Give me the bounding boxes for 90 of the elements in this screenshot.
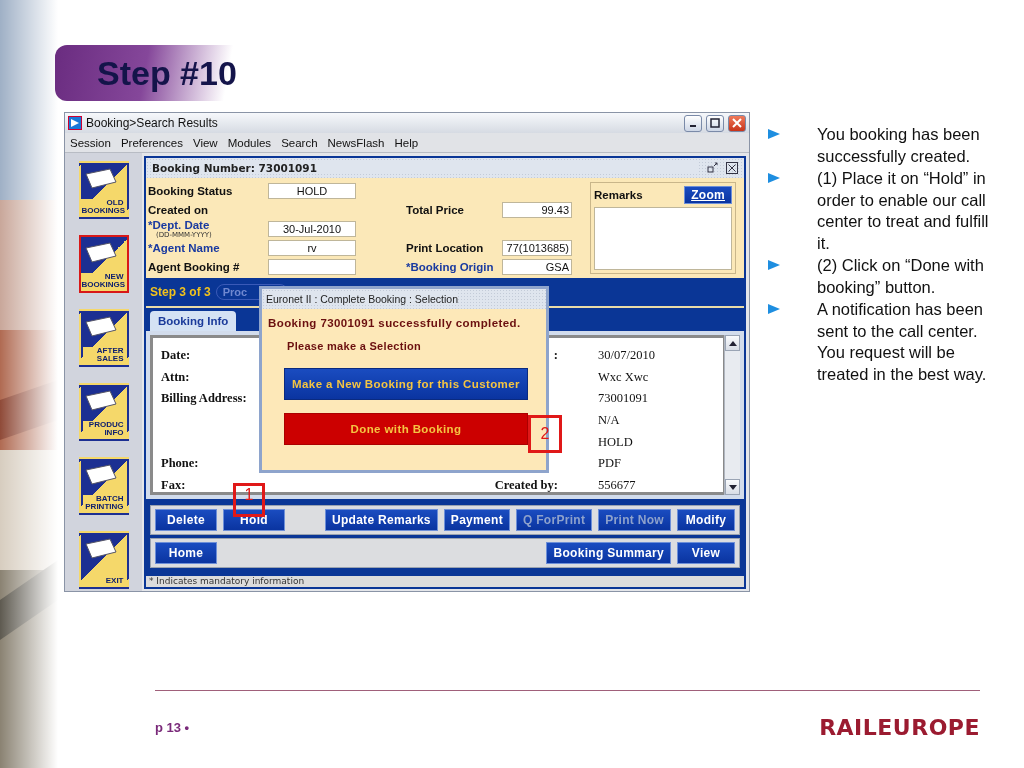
menu-item[interactable]: View	[187, 136, 223, 149]
app-icon	[68, 116, 82, 130]
menu-item[interactable]: Help	[389, 136, 424, 149]
sidebar-button[interactable]: PRODUC INFO	[78, 383, 129, 441]
field-label: *Booking Origin	[406, 260, 495, 274]
detail-label: Date:	[161, 347, 191, 363]
input-field[interactable]: 30-Jul-2010	[268, 220, 356, 237]
input-field[interactable]: GSA	[502, 258, 572, 275]
sidebar-button[interactable]: BATCH PRINTING	[78, 457, 129, 515]
sidebar-button[interactable]: OLD BOOKINGS	[78, 161, 129, 219]
booking-number-title: Booking Number: 73001091	[152, 161, 699, 174]
scroll-up-icon[interactable]	[728, 341, 737, 346]
document-icon	[83, 390, 118, 412]
detail-label: Billing Address:	[161, 391, 247, 407]
field-label: Print Location	[406, 241, 485, 255]
dialog-button[interactable]: Done with Booking	[284, 413, 528, 445]
detail-label: Phone:	[161, 456, 199, 472]
field-label: Booking Status	[148, 184, 234, 198]
detail-label: Created by:	[494, 477, 558, 493]
annotation-marker: 1	[233, 483, 265, 517]
menu-item[interactable]: Session	[65, 136, 116, 149]
dialog-message: Booking 73001091 successfully completed.	[268, 317, 522, 329]
detail-value: HOLD	[598, 434, 633, 450]
action-button[interactable]: Payment	[443, 509, 510, 532]
minimize-button[interactable]	[684, 114, 702, 132]
menu-item[interactable]: Preferences	[115, 136, 188, 149]
menu-item[interactable]: Search	[276, 136, 323, 149]
brand-logo: RAILEUROPE	[819, 715, 980, 740]
sidebar-button[interactable]: EXIT	[78, 531, 129, 589]
action-button[interactable]: Delete	[155, 509, 217, 532]
dialog-prompt: Please make a Selection	[287, 340, 422, 352]
detail-value: 30/07/2010	[598, 347, 655, 363]
detail-value: PDF	[598, 456, 621, 472]
field-label: Agent Booking #	[148, 260, 241, 274]
action-button[interactable]: Booking Summary	[546, 542, 671, 565]
annotation-marker: 2	[528, 415, 562, 453]
close-icon[interactable]	[726, 161, 738, 174]
detail-label: :	[553, 347, 558, 363]
detail-value: 556677	[598, 477, 636, 493]
sidebar-button[interactable]: AFTER SALES	[78, 309, 129, 367]
field-label: Total Price	[406, 203, 465, 217]
page-number: p 13 •	[155, 720, 190, 735]
bullet-text: (2) Click on “Done with booking” button.	[817, 255, 985, 298]
document-icon	[83, 538, 118, 560]
action-button[interactable]: View	[677, 542, 735, 565]
action-button[interactable]: Update Remarks	[324, 509, 438, 532]
step-indicator: Step 3 of 3	[150, 284, 211, 299]
document-icon	[83, 168, 118, 190]
action-button[interactable]: Modify	[677, 509, 735, 532]
triangle-bullet-icon	[768, 172, 780, 184]
input-field[interactable]: HOLD	[268, 182, 356, 199]
detail-label: Attn:	[161, 369, 190, 385]
close-button[interactable]	[728, 114, 746, 132]
maximize-button[interactable]	[706, 114, 724, 132]
detail-value: 73001091	[598, 391, 648, 407]
triangle-bullet-icon	[768, 128, 780, 140]
detail-value: Wxc Xwc	[598, 369, 649, 385]
remarks-field[interactable]	[594, 206, 732, 270]
triangle-bullet-icon	[768, 303, 780, 315]
input-field[interactable]: 77(1013685)	[502, 239, 572, 256]
field-label: *Agent Name	[148, 241, 221, 255]
sidebar-button[interactable]: NEW BOOKINGS	[78, 235, 129, 293]
dialog-title: Euronet II : Complete Booking : Selection	[266, 293, 459, 305]
bullet-text: You booking has been successfully created.	[817, 124, 981, 167]
input-field[interactable]: 99.43	[502, 201, 572, 218]
zoom-button[interactable]: Zoom	[684, 185, 732, 204]
mandatory-note: * Indicates mandatory information	[146, 576, 744, 587]
detail-label: Fax:	[161, 477, 186, 493]
scroll-down-icon[interactable]	[728, 485, 737, 490]
scrollbar[interactable]	[724, 335, 740, 496]
field-label: Created on	[148, 203, 210, 217]
dialog-button[interactable]: Make a New Booking for this Customer	[284, 368, 528, 400]
remarks-label: Remarks	[594, 188, 643, 202]
input-field[interactable]	[268, 258, 356, 275]
document-icon	[83, 464, 118, 486]
window-title: Booking>Search Results	[86, 116, 219, 130]
close-icon	[732, 118, 742, 128]
document-icon	[83, 316, 118, 338]
triangle-bullet-icon	[768, 259, 780, 271]
detail-value: N/A	[598, 412, 620, 428]
action-button[interactable]: Home	[155, 542, 217, 565]
maximize-icon	[710, 118, 720, 128]
bullet-text: A notification has been sent to the call center. You request will be treated in the best way.	[817, 299, 988, 385]
tab[interactable]: Booking Info	[150, 311, 237, 332]
menu-item[interactable]: NewsFlash	[322, 136, 390, 149]
restore-icon[interactable]	[707, 162, 718, 174]
menu-item[interactable]: Modules	[222, 136, 277, 149]
bullet-text: (1) Place it on “Hold” in order to enable our call center to treat and fulfill it.	[817, 168, 990, 254]
document-icon	[83, 242, 118, 264]
input-field[interactable]: rv	[268, 239, 356, 256]
